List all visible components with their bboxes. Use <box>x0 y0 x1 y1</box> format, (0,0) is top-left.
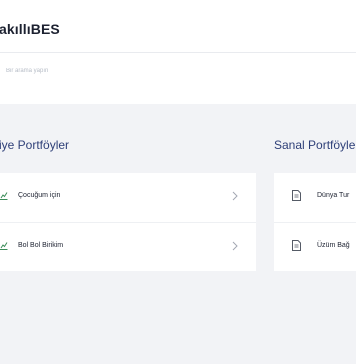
document-icon <box>292 240 301 251</box>
portfolio-name: Dünya Tur <box>317 192 350 199</box>
divider <box>0 52 356 53</box>
portfolio-name: Bol Bol Birikim <box>18 242 64 249</box>
chart-growth-icon <box>0 190 8 200</box>
portfolio-row-dunya-tur[interactable]: Dünya Tur <box>274 173 356 223</box>
portfolio-name: Üzüm Bağ <box>317 242 350 249</box>
real-portfolios-title: iye Portföyler <box>0 138 70 152</box>
virtual-portfolios-title: Sanal Portföyle <box>274 138 356 152</box>
chevron-right-icon[interactable] <box>232 241 238 251</box>
header-bar: akıllıBES <box>0 0 356 104</box>
portfolio-row-cocugum-icin[interactable]: Çocuğum için <box>0 173 256 223</box>
chevron-right-icon[interactable] <box>232 191 238 201</box>
search-input[interactable] <box>6 64 346 78</box>
portfolio-name: Çocuğum için <box>18 192 61 199</box>
real-portfolio-list: Çocuğum için Bol Bol Birikim <box>0 173 256 271</box>
document-icon <box>292 190 301 201</box>
chart-growth-icon <box>0 240 8 250</box>
app-logo[interactable]: akıllıBES <box>0 21 60 37</box>
virtual-portfolio-list: Dünya Tur Üzüm Bağ <box>274 173 356 271</box>
portfolio-row-bol-bol-birikim[interactable]: Bol Bol Birikim <box>0 223 256 272</box>
portfolio-row-uzum-bag[interactable]: Üzüm Bağ <box>274 223 356 272</box>
